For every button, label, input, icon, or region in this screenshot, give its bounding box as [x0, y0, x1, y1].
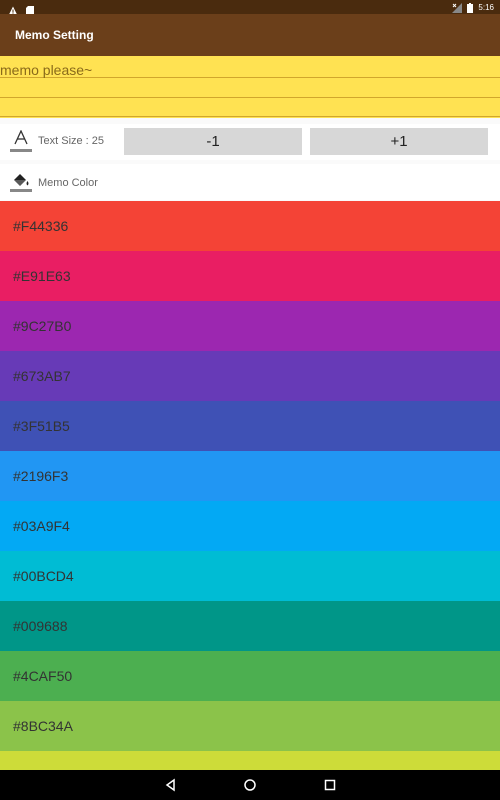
- memo-rule-line: [0, 97, 500, 98]
- color-swatch-list: #F44336 #E91E63 #9C27B0 #673AB7 #3F51B5 #2196…: [0, 201, 500, 770]
- color-option[interactable]: #9C27B0: [0, 301, 500, 351]
- memo-preview[interactable]: memo please~: [0, 56, 500, 118]
- color-option[interactable]: #8BC34A: [0, 701, 500, 751]
- page-title: Memo Setting: [15, 28, 94, 42]
- memo-rule-line: [0, 116, 500, 117]
- paint-bucket-icon: [10, 172, 32, 198]
- status-time: 5:16: [478, 2, 494, 12]
- color-option[interactable]: #00BCD4: [0, 551, 500, 601]
- color-option[interactable]: #4CAF50: [0, 651, 500, 701]
- navigation-bar: [0, 770, 500, 800]
- color-option[interactable]: #03A9F4: [0, 501, 500, 551]
- text-size-label: Text Size : 25: [38, 135, 105, 147]
- color-option[interactable]: #2196F3: [0, 451, 500, 501]
- decrease-text-size-button[interactable]: -1: [124, 128, 302, 155]
- memo-color-label: Memo Color: [38, 177, 98, 189]
- text-size-row: Text Size : 25 -1 +1: [0, 124, 500, 160]
- app-bar: Memo Setting: [0, 14, 500, 56]
- color-option[interactable]: #3F51B5: [0, 401, 500, 451]
- memo-color-row: Memo Color: [0, 164, 500, 200]
- back-icon[interactable]: [163, 777, 179, 793]
- increase-text-size-button[interactable]: +1: [310, 128, 488, 155]
- memo-text[interactable]: memo please~: [0, 62, 92, 78]
- color-option[interactable]: #009688: [0, 601, 500, 651]
- color-option[interactable]: #E91E63: [0, 251, 500, 301]
- color-option[interactable]: #673AB7: [0, 351, 500, 401]
- home-icon[interactable]: [242, 777, 258, 793]
- color-option[interactable]: #F44336: [0, 201, 500, 251]
- recents-icon[interactable]: [322, 777, 338, 793]
- text-format-icon: [10, 129, 32, 158]
- status-bar: 5:16: [0, 0, 500, 16]
- color-option[interactable]: [0, 751, 500, 770]
